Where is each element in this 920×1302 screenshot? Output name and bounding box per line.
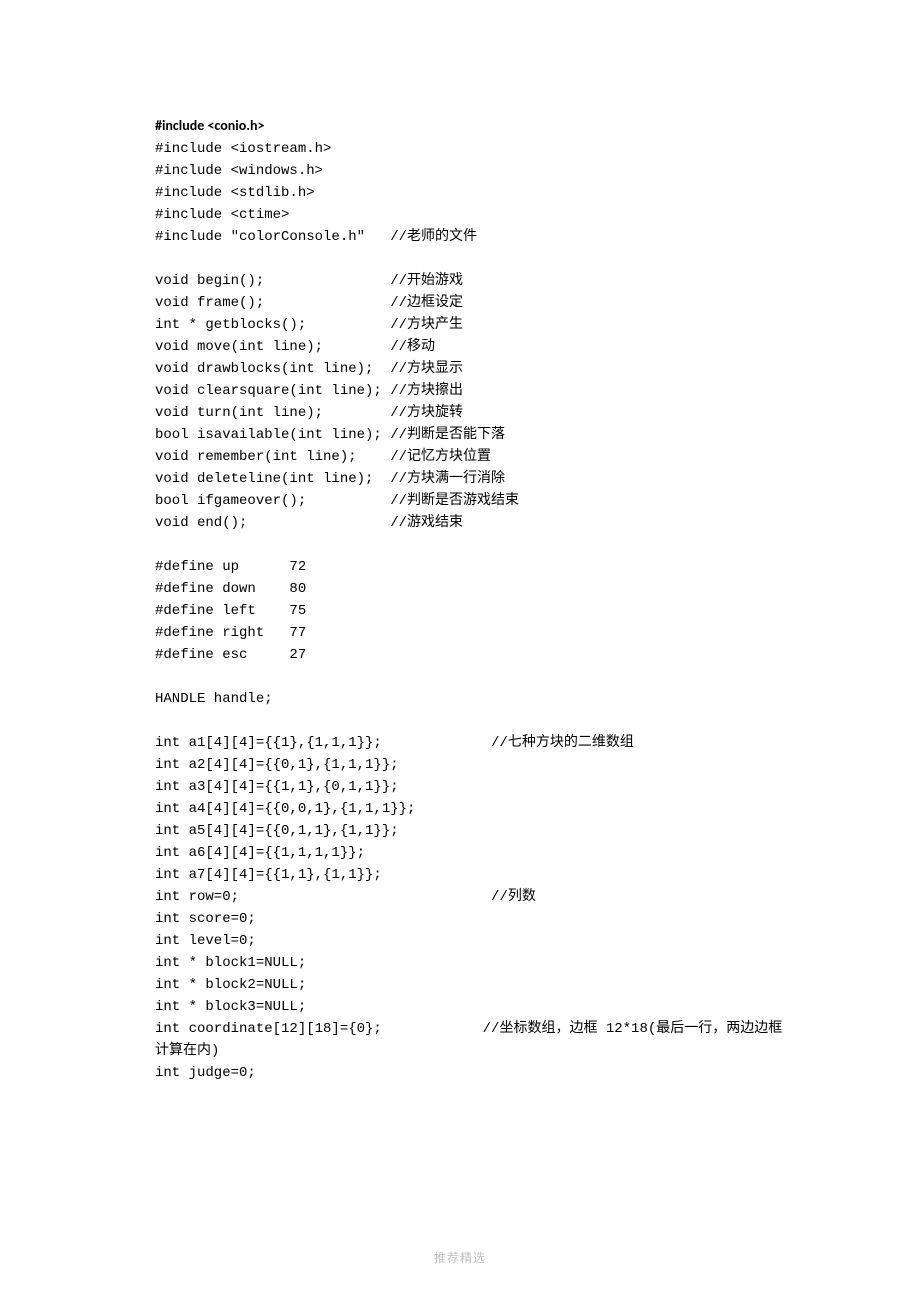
code-line: int a7[4][4]={{1,1},{1,1}}; bbox=[155, 864, 765, 886]
code-line: int score=0; bbox=[155, 908, 765, 930]
code-line: #include <stdlib.h> bbox=[155, 182, 765, 204]
code-line: int a5[4][4]={{0,1,1},{1,1}}; bbox=[155, 820, 765, 842]
code-line: int * block2=NULL; bbox=[155, 974, 765, 996]
code-line bbox=[155, 666, 765, 688]
code-line: int row=0; //列数 bbox=[155, 886, 765, 908]
code-line: bool ifgameover(); //判断是否游戏结束 bbox=[155, 490, 765, 512]
code-line: int a3[4][4]={{1,1},{0,1,1}}; bbox=[155, 776, 765, 798]
code-line: 计算在内) bbox=[155, 1040, 765, 1062]
code-line: #define left 75 bbox=[155, 600, 765, 622]
code-line: int a2[4][4]={{0,1},{1,1,1}}; bbox=[155, 754, 765, 776]
document-page: #include <conio.h>#include <iostream.h>#… bbox=[0, 0, 920, 1302]
code-line: int a6[4][4]={{1,1,1,1}}; bbox=[155, 842, 765, 864]
code-line: void turn(int line); //方块旋转 bbox=[155, 402, 765, 424]
code-line: #define down 80 bbox=[155, 578, 765, 600]
code-line: void deleteline(int line); //方块满一行消除 bbox=[155, 468, 765, 490]
code-line: int a4[4][4]={{0,0,1},{1,1,1}}; bbox=[155, 798, 765, 820]
code-line: void remember(int line); //记忆方块位置 bbox=[155, 446, 765, 468]
code-line: void end(); //游戏结束 bbox=[155, 512, 765, 534]
code-line: void frame(); //边框设定 bbox=[155, 292, 765, 314]
code-line: #define esc 27 bbox=[155, 644, 765, 666]
code-line: #define up 72 bbox=[155, 556, 765, 578]
code-line: #include "colorConsole.h" //老师的文件 bbox=[155, 226, 765, 248]
code-line: void move(int line); //移动 bbox=[155, 336, 765, 358]
code-line: #include <windows.h> bbox=[155, 160, 765, 182]
code-line: void drawblocks(int line); //方块显示 bbox=[155, 358, 765, 380]
code-line: #include <iostream.h> bbox=[155, 138, 765, 160]
code-line: int * block3=NULL; bbox=[155, 996, 765, 1018]
code-line bbox=[155, 710, 765, 732]
code-line: int * block1=NULL; bbox=[155, 952, 765, 974]
code-line: int a1[4][4]={{1},{1,1,1}}; //七种方块的二维数组 bbox=[155, 732, 765, 754]
code-line: int judge=0; bbox=[155, 1062, 765, 1084]
code-line: int * getblocks(); //方块产生 bbox=[155, 314, 765, 336]
code-line: bool isavailable(int line); //判断是否能下落 bbox=[155, 424, 765, 446]
code-line: int level=0; bbox=[155, 930, 765, 952]
code-text-bold: #include <conio.h> bbox=[155, 117, 264, 134]
code-line: #include <conio.h> bbox=[155, 115, 765, 138]
code-line: void clearsquare(int line); //方块擦出 bbox=[155, 380, 765, 402]
code-line: void begin(); //开始游戏 bbox=[155, 270, 765, 292]
code-line: #include <ctime> bbox=[155, 204, 765, 226]
code-line: int coordinate[12][18]={0}; //坐标数组，边框 12… bbox=[155, 1018, 765, 1040]
code-line: HANDLE handle; bbox=[155, 688, 765, 710]
page-footer: 推荐精选 bbox=[0, 1249, 920, 1266]
code-line bbox=[155, 534, 765, 556]
code-line bbox=[155, 248, 765, 270]
code-block: #include <conio.h>#include <iostream.h>#… bbox=[155, 115, 765, 1084]
code-line: #define right 77 bbox=[155, 622, 765, 644]
